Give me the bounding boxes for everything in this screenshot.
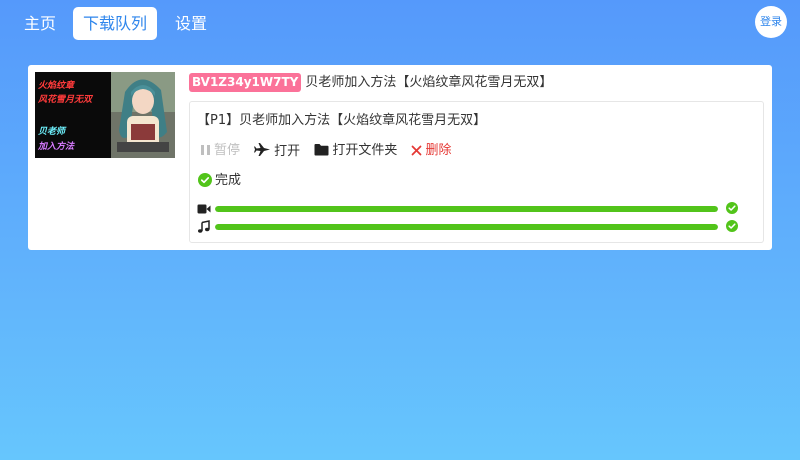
anime-character-illustration [111, 72, 175, 158]
part-title: 【P1】贝老师加入方法【火焰纹章风花雪月无双】 [197, 113, 487, 128]
open-button[interactable]: 打开 [254, 142, 300, 160]
bvid-badge[interactable]: BV1Z34y1W7TY [189, 73, 302, 92]
delete-button[interactable]: 删除 [411, 142, 451, 160]
folder-icon [314, 144, 329, 156]
download-item-card: 火焰纹章 风花雪月无双 贝老师 加入方法 BV1Z34y1W7TY 贝老师加入方法… [28, 65, 772, 250]
top-navigation: 主页 下载队列 设置 登录 [0, 0, 800, 46]
tab-settings[interactable]: 设置 [165, 7, 217, 40]
video-icon [197, 204, 211, 214]
video-title: 贝老师加入方法【火焰纹章风花雪月无双】 [305, 75, 553, 90]
audio-progress-bar [215, 224, 718, 230]
part-panel: 【P1】贝老师加入方法【火焰纹章风花雪月无双】 暂停 打开 打开文件夹 删除 完… [189, 101, 764, 243]
pause-icon [201, 145, 210, 155]
item-title-row: BV1Z34y1W7TY 贝老师加入方法【火焰纹章风花雪月无双】 [189, 72, 552, 93]
thumbnail-text: 加入方法 [38, 142, 75, 152]
status-text: 完成 [215, 173, 242, 188]
pause-button[interactable]: 暂停 [200, 142, 240, 160]
thumbnail-text: 风花雪月无双 [38, 95, 93, 105]
video-thumbnail: 火焰纹章 风花雪月无双 贝老师 加入方法 [35, 72, 175, 158]
thumbnail-text: 贝老师 [38, 127, 66, 137]
tab-home[interactable]: 主页 [17, 7, 63, 40]
check-circle-icon [726, 202, 738, 214]
plane-icon [254, 143, 271, 156]
check-circle-icon [726, 220, 738, 232]
music-icon [198, 220, 210, 233]
login-button[interactable]: 登录 [755, 6, 787, 38]
open-folder-button[interactable]: 打开文件夹 [314, 142, 397, 160]
close-icon [412, 145, 422, 156]
tab-download-queue[interactable]: 下载队列 [73, 7, 157, 40]
check-circle-icon [198, 173, 212, 187]
audio-progress-row [197, 220, 742, 234]
video-progress-row [197, 202, 742, 216]
status-indicator: 完成 [198, 172, 241, 189]
video-progress-bar [215, 206, 718, 212]
action-bar: 暂停 打开 打开文件夹 删除 [200, 142, 461, 160]
thumbnail-text: 火焰纹章 [38, 81, 75, 91]
